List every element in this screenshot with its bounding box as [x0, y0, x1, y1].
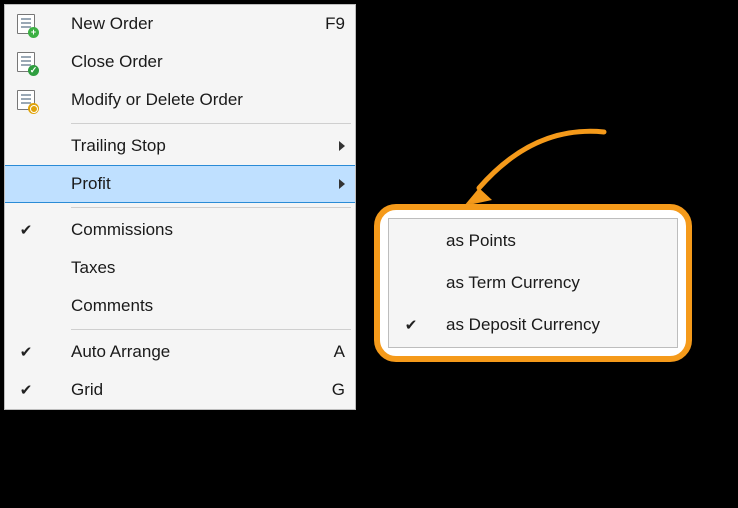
check-slot	[5, 287, 47, 325]
plus-badge-icon: +	[28, 27, 39, 38]
document-gear-icon	[17, 90, 35, 110]
icon-slot: +	[5, 5, 47, 43]
check-slot	[390, 220, 432, 262]
document-check-icon: ✓	[17, 52, 35, 72]
menu-item-label: Comments	[47, 296, 345, 316]
menu-item-commissions[interactable]: ✔ Commissions	[5, 211, 355, 249]
menu-separator	[5, 203, 355, 211]
menu-separator	[5, 325, 355, 333]
menu-item-profit[interactable]: Profit	[5, 165, 355, 203]
submenu-item-as-deposit-currency[interactable]: ✔ as Deposit Currency	[390, 304, 676, 346]
profit-submenu-callout: as Points as Term Currency ✔ as Deposit …	[374, 204, 692, 362]
submenu-arrow-icon	[339, 179, 345, 189]
menu-item-new-order[interactable]: + New Order F9	[5, 5, 355, 43]
check-slot	[5, 249, 47, 287]
menu-item-close-order[interactable]: ✓ Close Order	[5, 43, 355, 81]
menu-item-label: Modify or Delete Order	[47, 90, 345, 110]
icon-slot	[5, 127, 47, 165]
menu-item-label: Trailing Stop	[47, 136, 333, 156]
menu-item-label: Commissions	[47, 220, 345, 240]
menu-item-taxes[interactable]: Taxes	[5, 249, 355, 287]
icon-slot: ✓	[5, 43, 47, 81]
check-slot: ✔	[5, 211, 47, 249]
check-slot: ✔	[5, 371, 47, 409]
context-menu: + New Order F9 ✓ Close Order Modify or D…	[4, 4, 356, 410]
check-slot	[390, 262, 432, 304]
menu-item-label: New Order	[47, 14, 325, 34]
menu-item-shortcut: F9	[325, 14, 345, 34]
icon-slot	[5, 166, 47, 202]
menu-item-label: Close Order	[47, 52, 345, 72]
icon-slot	[5, 81, 47, 119]
checkmark-icon: ✔	[20, 221, 33, 239]
menu-item-label: Grid	[47, 380, 332, 400]
gear-badge-icon	[28, 103, 39, 114]
submenu-item-as-term-currency[interactable]: as Term Currency	[390, 262, 676, 304]
menu-separator	[5, 119, 355, 127]
menu-item-auto-arrange[interactable]: ✔ Auto Arrange A	[5, 333, 355, 371]
check-badge-icon: ✓	[28, 65, 39, 76]
submenu-item-as-points[interactable]: as Points	[390, 220, 676, 262]
menu-item-trailing-stop[interactable]: Trailing Stop	[5, 127, 355, 165]
checkmark-icon: ✔	[20, 381, 33, 399]
menu-item-label: Taxes	[47, 258, 345, 278]
menu-item-modify-delete-order[interactable]: Modify or Delete Order	[5, 81, 355, 119]
checkmark-icon: ✔	[405, 316, 418, 334]
checkmark-icon: ✔	[20, 343, 33, 361]
profit-submenu: as Points as Term Currency ✔ as Deposit …	[388, 218, 678, 348]
menu-item-shortcut: G	[332, 380, 345, 400]
menu-inner: + New Order F9 ✓ Close Order Modify or D…	[5, 5, 355, 409]
check-slot: ✔	[5, 333, 47, 371]
check-slot: ✔	[390, 304, 432, 346]
document-plus-icon: +	[17, 14, 35, 34]
submenu-item-label: as Deposit Currency	[432, 315, 666, 335]
submenu-arrow-icon	[339, 141, 345, 151]
menu-item-grid[interactable]: ✔ Grid G	[5, 371, 355, 409]
menu-item-label: Auto Arrange	[47, 342, 334, 362]
callout-border: as Points as Term Currency ✔ as Deposit …	[374, 204, 692, 362]
menu-item-comments[interactable]: Comments	[5, 287, 355, 325]
menu-item-shortcut: A	[334, 342, 345, 362]
submenu-item-label: as Points	[432, 231, 666, 251]
submenu-item-label: as Term Currency	[432, 273, 666, 293]
menu-item-label: Profit	[47, 174, 333, 194]
